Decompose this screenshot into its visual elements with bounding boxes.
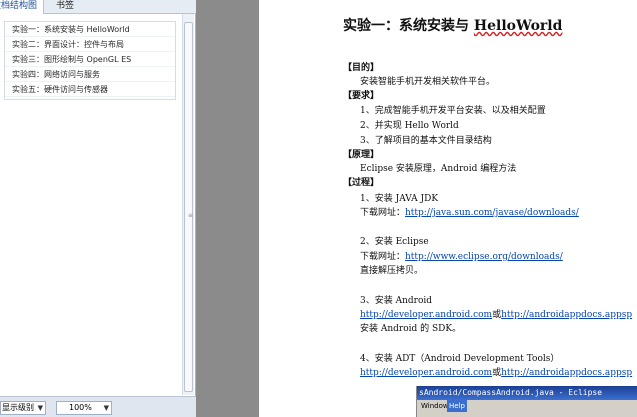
eclipse-menu-help: Help (447, 400, 467, 412)
chevron-down-icon: ▼ (37, 404, 43, 412)
tab-bookmarks[interactable]: 书签 (52, 0, 78, 14)
step2-note: 直接解压拷贝。 (360, 266, 424, 276)
nav-scrollbar-thumb[interactable]: ≡ (184, 22, 193, 392)
page-title: 实验一：系统安装与 HelloWorld (343, 17, 562, 35)
step4-link-appdocs[interactable]: http://androidappdocs.appsp (501, 368, 632, 378)
step3-title: 3、安装 Android (360, 296, 433, 306)
nav-scrollbar[interactable]: ≡ (182, 14, 194, 395)
step1-download: 下载网址：http://java.sun.com/javase/download… (360, 207, 579, 219)
tab-document-map[interactable]: 文档结构图 (0, 0, 44, 14)
grip-icon: ≡ (188, 212, 194, 219)
requirement-2: 2、并实现 Hello World (360, 121, 459, 131)
eclipse-titlebar: sAndroid/CompassAndroid.java - Eclipse (417, 386, 637, 400)
tab-bookmarks-label: 书签 (56, 1, 75, 11)
zoom-select[interactable]: 100% ▼ (56, 401, 112, 415)
requirement-1: 1、完成智能手机开发平台安装、以及相关配置 (360, 106, 546, 116)
step2-download-label: 下载网址： (360, 252, 406, 262)
step1-download-label: 下载网址： (360, 208, 406, 218)
step3-link-appdocs[interactable]: http://androidappdocs.appsp (501, 310, 632, 320)
pane-splitter[interactable] (197, 0, 259, 417)
document-map-pane: 文档结构图 书签 实验一：系统安装与 HelloWorld 实验二：界面设计：控… (0, 0, 196, 417)
requirement-3: 3、了解项目的基本文件目录结构 (360, 136, 492, 146)
step4-or: 或 (492, 368, 502, 378)
step2-download: 下载网址：http://www.eclipse.org/downloads/ (360, 251, 563, 263)
page-title-word: HelloWorld (473, 18, 563, 34)
step2-title: 2、安装 Eclipse (360, 237, 429, 247)
display-level-select[interactable]: 显示级别 ▼ (0, 401, 46, 415)
document-map-list: 实验一：系统安装与 HelloWorld 实验二：界面设计：控件与布局 实验三：… (4, 21, 176, 100)
step3-note: 安装 Android 的 SDK。 (360, 324, 462, 334)
nav-item-lab2[interactable]: 实验二：界面设计：控件与布局 (5, 37, 175, 52)
tab-document-map-label: 文档结构图 (0, 1, 38, 11)
step4-link-developer[interactable]: http://developer.android.com (360, 368, 492, 378)
purpose-text: 安装智能手机开发相关软件平台。 (360, 77, 496, 87)
nav-footer: 显示级别 ▼ 100% ▼ (0, 396, 196, 417)
document-page: 实验一：系统安装与 HelloWorld 【目的】 安装智能手机开发相关软件平台… (259, 0, 637, 417)
chevron-down-icon: ▼ (103, 404, 109, 412)
display-level-label: 显示级别 (2, 403, 34, 412)
step1-title: 1、安装 JAVA JDK (360, 194, 439, 204)
step1-link[interactable]: http://java.sun.com/javase/downloads/ (405, 208, 579, 218)
zoom-value: 100% (69, 403, 92, 412)
page-title-prefix: 实验一：系统安装与 (343, 18, 474, 34)
nav-item-lab4[interactable]: 实验四：网络访问与服务 (5, 67, 175, 82)
requirements-heading: 【要求】 (343, 91, 380, 101)
process-heading: 【过程】 (343, 178, 380, 188)
step4-links: http://developer.android.com或http://andr… (360, 367, 632, 379)
eclipse-window-image: sAndroid/CompassAndroid.java - Eclipse W… (416, 386, 637, 417)
step3-link-developer[interactable]: http://developer.android.com (360, 310, 492, 320)
step3-or: 或 (492, 310, 502, 320)
principle-heading: 【原理】 (343, 150, 380, 160)
nav-tabs: 文档结构图 书签 (0, 0, 196, 14)
principle-text: Eclipse 安装原理，Android 编程方法 (360, 164, 517, 174)
nav-item-lab5[interactable]: 实验五：硬件访问与传感器 (5, 82, 175, 97)
eclipse-menubar: Window Help (417, 400, 637, 412)
step3-links: http://developer.android.com或http://andr… (360, 309, 632, 321)
nav-item-lab3[interactable]: 实验三：图形绘制与 OpenGL ES (5, 52, 175, 67)
step4-title: 4、安装 ADT（Android Development Tools） (360, 354, 560, 364)
nav-item-lab1[interactable]: 实验一：系统安装与 HelloWorld (5, 22, 175, 37)
step2-link[interactable]: http://www.eclipse.org/downloads/ (405, 252, 563, 262)
purpose-heading: 【目的】 (343, 63, 380, 73)
eclipse-menu-window: Window (421, 402, 449, 410)
